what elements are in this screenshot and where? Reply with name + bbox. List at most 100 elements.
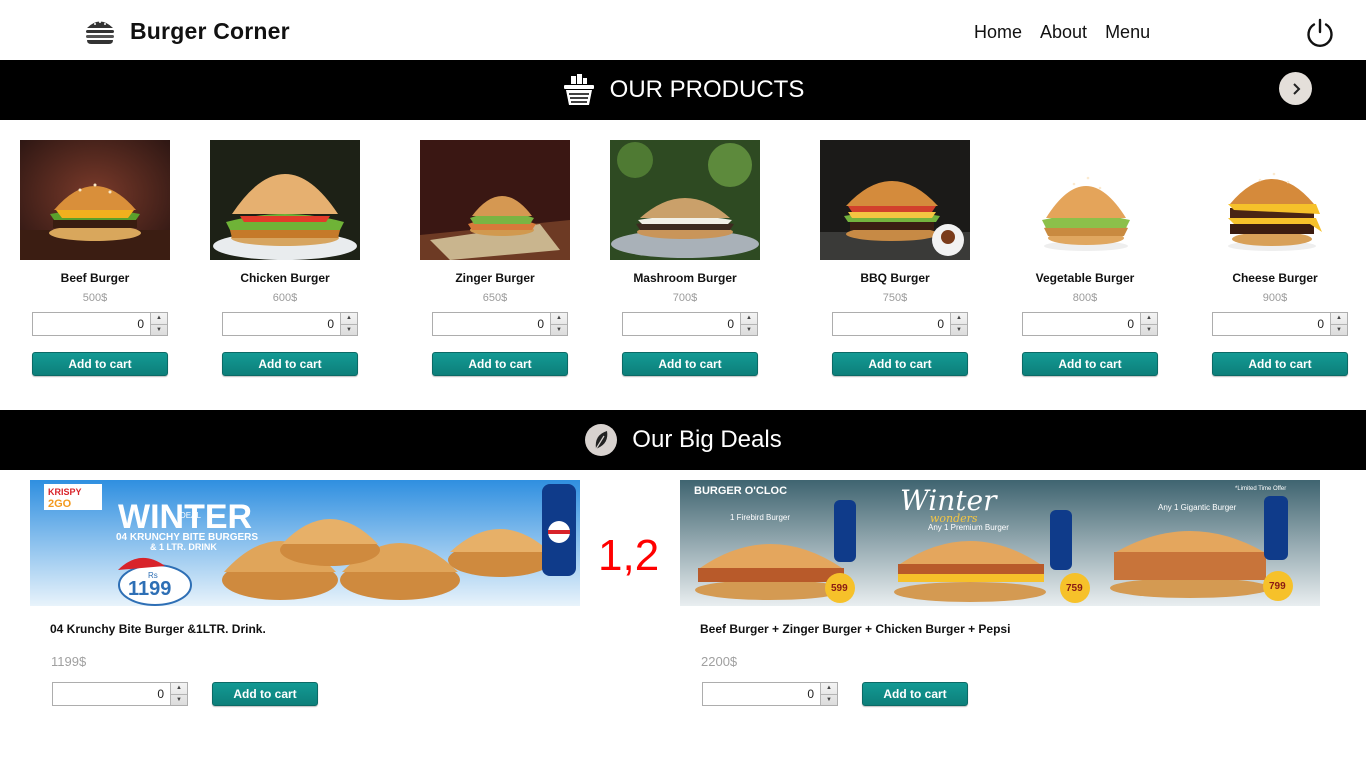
product-card: Beef Burger 500$ ▲▼ Add to cart (20, 140, 170, 376)
product-name: Cheese Burger (1232, 271, 1318, 285)
mushroom-burger-image[interactable] (610, 140, 760, 260)
spin-up-icon[interactable]: ▲ (741, 313, 757, 324)
quantity-input[interactable] (833, 313, 950, 335)
poster-sub2: & 1 LTR. DRINK (150, 542, 217, 552)
spin-up-icon[interactable]: ▲ (951, 313, 967, 324)
quantity-stepper[interactable]: ▲▼ (1022, 312, 1158, 336)
next-button[interactable] (1279, 72, 1312, 105)
product-card: Mashroom Burger 700$ ▲▼ Add to cart (610, 140, 760, 376)
burger-oclock-winter-deal-image[interactable]: BURGER O'CLOC Winter wonders *Limited Ti… (680, 480, 1320, 606)
poster-deal2: Any 1 Premium Burger (928, 523, 1009, 532)
add-to-cart-button[interactable]: Add to cart (222, 352, 358, 376)
quantity-input[interactable] (703, 683, 820, 705)
nav-menu-link[interactable]: Menu (1105, 22, 1150, 43)
quantity-input[interactable] (1023, 313, 1140, 335)
spin-up-icon[interactable]: ▲ (151, 313, 167, 324)
zinger-burger-image[interactable] (420, 140, 570, 260)
leaf-icon (585, 424, 618, 456)
add-to-cart-button[interactable]: Add to cart (1212, 352, 1348, 376)
quantity-stepper[interactable]: ▲▼ (622, 312, 758, 336)
spin-down-icon[interactable]: ▼ (151, 323, 167, 336)
quantity-input[interactable] (433, 313, 550, 335)
nav-home-link[interactable]: Home (974, 22, 1022, 43)
deals-banner: Our Big Deals (0, 410, 1366, 470)
add-to-cart-button[interactable]: Add to cart (432, 352, 568, 376)
spin-up-icon[interactable]: ▲ (171, 683, 187, 694)
deal-title: 04 Krunchy Bite Burger &1LTR. Drink. (50, 622, 266, 636)
add-to-cart-button[interactable]: Add to cart (32, 352, 168, 376)
krispy-winter-deal-image[interactable]: KRISPY 2GO WINTER DEAL 04 KRUNCHY BITE B… (30, 480, 580, 606)
spin-buttons: ▲ ▼ (950, 313, 967, 335)
spin-buttons: ▲ ▼ (550, 313, 567, 335)
poster-price2: 759 (1066, 583, 1083, 594)
poster-brand: BURGER O'CLOC (694, 485, 787, 497)
product-price: 650$ (482, 292, 508, 304)
spin-buttons: ▲ ▼ (1330, 313, 1347, 335)
deal-price: 1199$ (51, 654, 87, 669)
poster-offer: *Limited Time Offer (1235, 486, 1286, 492)
vegetable-burger-image[interactable] (1010, 140, 1160, 260)
bbq-burger-image[interactable] (820, 140, 970, 260)
product-card: Chicken Burger 600$ ▲▼ Add to cart (210, 140, 360, 376)
deal-title: Beef Burger + Zinger Burger + Chicken Bu… (700, 622, 1011, 636)
poster-tag: DEAL (180, 511, 201, 520)
beef-burger-image[interactable] (20, 140, 170, 260)
spin-down-icon[interactable]: ▼ (821, 693, 837, 706)
quantity-input[interactable] (33, 313, 150, 335)
quantity-stepper[interactable]: ▲▼ (52, 682, 188, 706)
product-name: Chicken Burger (240, 271, 330, 285)
spin-down-icon[interactable]: ▼ (951, 323, 967, 336)
spin-down-icon[interactable]: ▼ (741, 323, 757, 336)
brand[interactable]: Burger Corner (84, 17, 290, 45)
poster-price3: 799 (1269, 581, 1286, 592)
products-banner: OUR PRODUCTS (0, 60, 1366, 120)
chicken-burger-image[interactable] (210, 140, 360, 260)
spin-down-icon[interactable]: ▼ (551, 323, 567, 336)
quantity-stepper[interactable]: ▲▼ (222, 312, 358, 336)
product-name: Beef Burger (60, 271, 130, 285)
power-icon[interactable] (1304, 17, 1336, 49)
spin-down-icon[interactable]: ▼ (171, 693, 187, 706)
spin-down-icon[interactable]: ▼ (1331, 323, 1347, 336)
product-name: Vegetable Burger (1035, 271, 1135, 285)
product-card: BBQ Burger 750$ ▲▼ Add to cart (820, 140, 970, 376)
add-to-cart-button[interactable]: Add to cart (622, 352, 758, 376)
spin-buttons: ▲ ▼ (170, 683, 187, 705)
quantity-stepper[interactable]: ▲▼ (702, 682, 838, 706)
krispy-logo-text: KRISPY (48, 487, 82, 497)
quantity-input[interactable] (1213, 313, 1330, 335)
spin-buttons: ▲ ▼ (150, 313, 167, 335)
brand-name: Burger Corner (130, 17, 290, 44)
top-navbar: Burger Corner Home About Menu (0, 0, 1366, 60)
spin-up-icon[interactable]: ▲ (341, 313, 357, 324)
quantity-input[interactable] (53, 683, 170, 705)
deal-card: BURGER O'CLOC Winter wonders *Limited Ti… (680, 480, 1320, 706)
basket-icon (563, 74, 594, 105)
deal-marker: 1,2 (598, 531, 660, 580)
product-name: Zinger Burger (455, 271, 535, 285)
spin-down-icon[interactable]: ▼ (1141, 323, 1157, 336)
spin-up-icon[interactable]: ▲ (1141, 313, 1157, 324)
nav-about-link[interactable]: About (1040, 22, 1087, 43)
add-to-cart-button[interactable]: Add to cart (832, 352, 968, 376)
products-title: OUR PRODUCTS (609, 76, 805, 103)
deal-price: 2200$ (701, 654, 738, 669)
quantity-stepper[interactable]: ▲▼ (1212, 312, 1348, 336)
add-to-cart-button[interactable]: Add to cart (1022, 352, 1158, 376)
quantity-input[interactable] (623, 313, 740, 335)
add-to-cart-button[interactable]: Add to cart (212, 682, 318, 706)
spin-down-icon[interactable]: ▼ (341, 323, 357, 336)
spin-buttons: ▲ ▼ (820, 683, 837, 705)
quantity-stepper[interactable]: ▲▼ (432, 312, 568, 336)
quantity-input[interactable] (223, 313, 340, 335)
product-price: 800$ (1072, 292, 1098, 304)
spin-up-icon[interactable]: ▲ (1331, 313, 1347, 324)
cheese-burger-image[interactable] (1200, 140, 1350, 260)
spin-up-icon[interactable]: ▲ (821, 683, 837, 694)
quantity-stepper[interactable]: ▲▼ (832, 312, 968, 336)
product-price: 700$ (672, 292, 698, 304)
quantity-stepper[interactable]: ▲▼ (32, 312, 168, 336)
spin-buttons: ▲ ▼ (1140, 313, 1157, 335)
spin-up-icon[interactable]: ▲ (551, 313, 567, 324)
add-to-cart-button[interactable]: Add to cart (862, 682, 968, 706)
